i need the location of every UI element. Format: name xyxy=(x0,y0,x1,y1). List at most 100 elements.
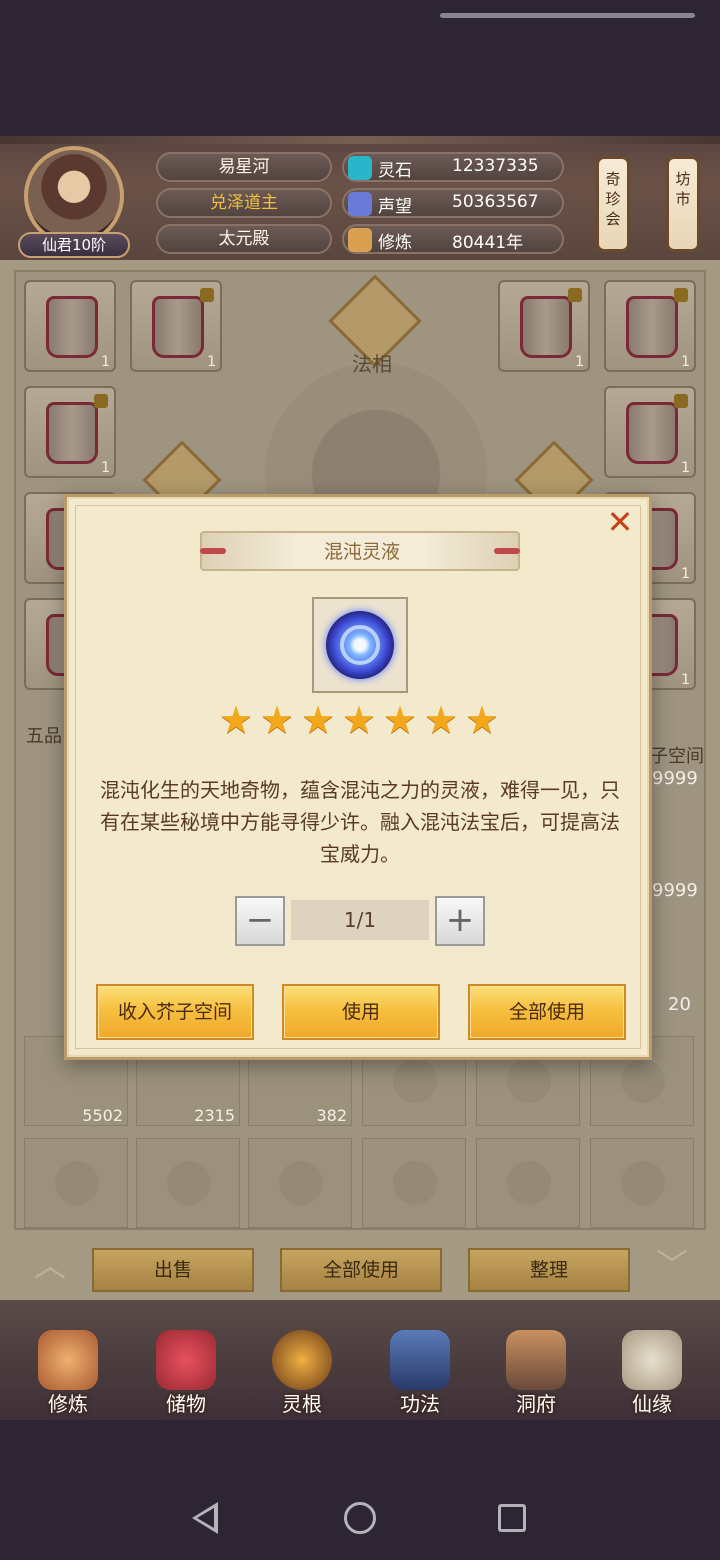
star-icon: ★ xyxy=(300,698,336,742)
yinyang-icon xyxy=(507,1059,551,1103)
nav-item-xiulian[interactable]: 修炼 xyxy=(18,1320,118,1420)
bag-slot[interactable] xyxy=(476,1138,580,1228)
robe-icon xyxy=(626,296,678,358)
item-count: 1 xyxy=(101,460,110,476)
resource-shengwang: 声望 50363567 xyxy=(342,188,564,218)
item-count: 20 xyxy=(668,994,691,1015)
resource-value: 12337335 xyxy=(452,156,539,176)
yinyang-icon xyxy=(393,1161,437,1205)
lock-icon xyxy=(674,288,688,302)
chevron-down-icon[interactable]: ﹀ xyxy=(648,1249,696,1281)
item-count: 9999 xyxy=(652,880,698,901)
qizhenhui-button[interactable]: 奇珍会 xyxy=(596,156,630,252)
decrease-quantity-button[interactable]: − xyxy=(235,896,285,946)
yinyang-icon xyxy=(393,1059,437,1103)
bag-slot[interactable] xyxy=(24,1138,128,1228)
avatar xyxy=(24,146,124,246)
increase-quantity-button[interactable]: + xyxy=(435,896,485,946)
item-icon-frame xyxy=(312,597,408,693)
item-count: 2315 xyxy=(194,1106,235,1125)
yinyang-icon xyxy=(621,1161,665,1205)
resource-label: 声望 xyxy=(378,197,412,217)
nav-item-chuwu[interactable]: 储物 xyxy=(136,1320,236,1420)
nav-item-xianyuan[interactable]: 仙缘 xyxy=(602,1320,702,1420)
equip-slot[interactable]: 1 xyxy=(24,386,116,478)
nav-label: 灵根 xyxy=(282,1392,322,1416)
star-icon: ★ xyxy=(218,698,254,742)
equip-slot[interactable]: 1 xyxy=(604,386,696,478)
lock-icon xyxy=(94,394,108,408)
lock-icon xyxy=(200,288,214,302)
robe-icon xyxy=(520,296,572,358)
yinyang-icon xyxy=(55,1161,99,1205)
robe-icon xyxy=(46,296,98,358)
sell-button[interactable]: 出售 xyxy=(92,1248,254,1292)
fangshi-button[interactable]: 坊市 xyxy=(666,156,700,252)
reputation-crystal-icon xyxy=(348,192,372,216)
resource-lingshi: 灵石 12337335 xyxy=(342,152,564,182)
faxiang-label: 法相 xyxy=(352,352,392,376)
item-title: 混沌灵液 xyxy=(323,541,400,563)
chevron-up-icon[interactable]: ︿ xyxy=(26,1249,74,1281)
star-icon: ★ xyxy=(259,698,295,742)
cave-dwelling-icon xyxy=(506,1330,566,1390)
use-all-bag-button[interactable]: 全部使用 xyxy=(280,1248,442,1292)
yinyang-icon xyxy=(279,1161,323,1205)
home-icon[interactable] xyxy=(344,1502,376,1534)
spirit-root-icon xyxy=(272,1330,332,1390)
store-in-jiezi-button[interactable]: 收入芥子空间 xyxy=(96,984,254,1040)
gesture-handle xyxy=(440,13,695,18)
yinyang-icon xyxy=(507,1161,551,1205)
use-button[interactable]: 使用 xyxy=(282,984,440,1040)
nav-label: 功法 xyxy=(400,1392,440,1416)
item-count: 1 xyxy=(681,672,690,688)
nav-item-gongfa[interactable]: 功法 xyxy=(370,1320,470,1420)
rank-badge: 仙君10阶 xyxy=(18,232,130,258)
bag-slot[interactable] xyxy=(136,1138,240,1228)
robe-icon xyxy=(626,402,678,464)
bag-slot[interactable] xyxy=(590,1138,694,1228)
nav-label: 修炼 xyxy=(48,1392,88,1416)
status-bar xyxy=(0,0,720,136)
resource-value: 50363567 xyxy=(452,192,539,212)
nav-item-dongfu[interactable]: 洞府 xyxy=(486,1320,586,1420)
meditation-icon xyxy=(348,228,372,252)
equip-slot[interactable]: 1 xyxy=(130,280,222,372)
nav-label: 仙缘 xyxy=(632,1392,672,1416)
robe-icon xyxy=(46,402,98,464)
player-avatar[interactable]: 仙君10阶 xyxy=(18,146,130,258)
use-all-button[interactable]: 全部使用 xyxy=(468,984,626,1040)
robe-icon xyxy=(152,296,204,358)
quality-tab[interactable]: 五品 xyxy=(26,722,62,748)
star-icon: ★ xyxy=(341,698,377,742)
jiezi-space-label[interactable]: 子空间 xyxy=(650,742,704,768)
yinyang-icon xyxy=(167,1161,211,1205)
equip-slot[interactable]: 1 xyxy=(604,280,696,372)
recents-icon[interactable] xyxy=(498,1504,526,1532)
player-title: 兑泽道主 xyxy=(156,188,332,218)
header-decoration xyxy=(0,136,720,144)
yinyang-icon xyxy=(621,1059,665,1103)
player-name: 易星河 xyxy=(156,152,332,182)
resource-xiulian: 修炼 80441年 xyxy=(342,224,564,254)
quantity-field[interactable]: 1/1 xyxy=(291,900,429,940)
resource-value: 80441年 xyxy=(452,233,524,253)
item-count: 9999 xyxy=(652,768,698,789)
equip-slot[interactable]: 1 xyxy=(24,280,116,372)
item-count: 382 xyxy=(316,1106,347,1125)
close-icon[interactable]: ✕ xyxy=(604,506,636,538)
item-count: 1 xyxy=(101,354,110,370)
nav-item-linggen[interactable]: 灵根 xyxy=(252,1320,352,1420)
lock-icon xyxy=(568,288,582,302)
bag-slot[interactable] xyxy=(362,1138,466,1228)
item-count: 1 xyxy=(681,566,690,582)
resource-label: 修炼 xyxy=(378,233,412,253)
nav-label: 储物 xyxy=(166,1392,206,1416)
equip-slot[interactable]: 1 xyxy=(498,280,590,372)
storage-bag-icon xyxy=(156,1330,216,1390)
bag-slot[interactable] xyxy=(248,1138,352,1228)
organize-button[interactable]: 整理 xyxy=(468,1248,630,1292)
orb-swirl xyxy=(340,625,380,665)
item-count: 1 xyxy=(207,354,216,370)
player-sect: 太元殿 xyxy=(156,224,332,254)
